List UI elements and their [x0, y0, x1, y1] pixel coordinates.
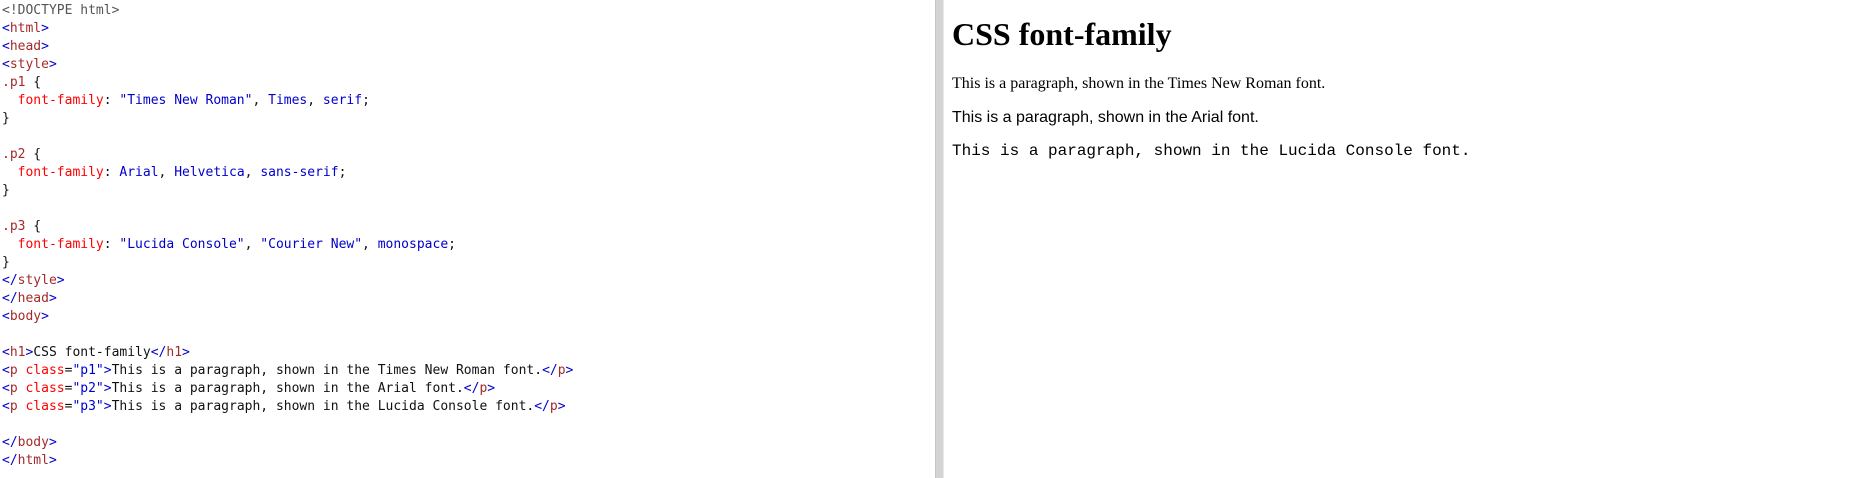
code-line-p1: <p class="p1">This is a paragraph, shown… — [2, 363, 574, 378]
tryit-workspace: <!DOCTYPE html> <html> <head> <style> .p… — [0, 0, 1867, 478]
pane-divider[interactable] — [935, 0, 944, 478]
attr-class-value: "p1" — [72, 363, 104, 378]
code-line-html-open: <html> — [2, 21, 49, 36]
code-line-p2-selector: .p2 { — [2, 147, 42, 162]
tag-html: html — [9, 21, 42, 36]
attr-class: class — [25, 399, 65, 414]
tag-p-close: p — [557, 363, 566, 378]
result-paragraph-times: This is a paragraph, shown in the Times … — [952, 75, 1326, 92]
code-line-html-close: </html> — [2, 453, 57, 468]
code-line-body-close: </body> — [2, 435, 57, 450]
code-line-p3: <p class="p3">This is a paragraph, shown… — [2, 399, 566, 414]
css-selector-p1: .p1 — [2, 75, 26, 90]
css-selector-p3: .p3 — [2, 219, 26, 234]
p3-source-text: This is a paragraph, shown in the Lucida… — [111, 399, 535, 414]
code-line-h1: <h1>CSS font-family</h1> — [2, 345, 190, 360]
attr-class: class — [25, 381, 65, 396]
css-value: Arial — [119, 165, 159, 180]
tag-body-close: body — [17, 435, 49, 450]
code-line-p1-rule: font-family: "Times New Roman", Times, s… — [17, 93, 370, 108]
css-value: "Courier New" — [260, 237, 363, 252]
tag-style: style — [9, 57, 49, 72]
code-line-p3-selector: .p3 { — [2, 219, 42, 234]
result-paragraph-lucida: This is a paragraph, shown in the Lucida… — [952, 142, 1471, 160]
tag-h1-close: h1 — [166, 345, 183, 360]
code-line-body-open: <body> — [2, 309, 49, 324]
tag-p-close: p — [549, 399, 558, 414]
css-value: serif — [322, 93, 363, 108]
tag-h1: h1 — [9, 345, 26, 360]
tag-p: p — [9, 399, 18, 414]
p2-source-text: This is a paragraph, shown in the Arial … — [111, 381, 464, 396]
code-line-p3-rule: font-family: "Lucida Console", "Courier … — [17, 237, 456, 252]
css-value: monospace — [377, 237, 449, 252]
tag-html-close: html — [17, 453, 49, 468]
code-line-head-open: <head> — [2, 39, 49, 54]
code-line-p1-close: } — [2, 111, 10, 126]
code-line-style-close: </style> — [2, 273, 65, 288]
code-line-p1-selector: .p1 { — [2, 75, 42, 90]
p1-source-text: This is a paragraph, shown in the Times … — [111, 363, 543, 378]
tag-head-close: head — [17, 291, 49, 306]
code-line-style-open: <style> — [2, 57, 57, 72]
attr-class-value: "p3" — [72, 399, 104, 414]
css-property: font-family — [17, 93, 104, 108]
result-heading: CSS font-family — [952, 16, 1172, 52]
code-line-p3-close: } — [2, 255, 10, 270]
doctype-text: <!DOCTYPE html> — [2, 3, 120, 18]
code-line-head-close: </head> — [2, 291, 57, 306]
css-value: "Times New Roman" — [119, 93, 253, 108]
result-preview: CSS font-family This is a paragraph, sho… — [944, 0, 1867, 478]
code-line-p2-close: } — [2, 183, 10, 198]
code-line-doctype: <!DOCTYPE html> — [2, 2, 935, 20]
code-line-p2: <p class="p2">This is a paragraph, shown… — [2, 381, 496, 396]
code-editor[interactable]: <!DOCTYPE html> <html> <head> <style> .p… — [0, 0, 935, 478]
tag-p: p — [9, 363, 18, 378]
css-value: Times — [268, 93, 308, 108]
tag-p: p — [9, 381, 18, 396]
css-value: Helvetica — [174, 165, 245, 180]
tag-head: head — [9, 39, 42, 54]
css-value: sans-serif — [260, 165, 339, 180]
result-paragraph-arial: This is a paragraph, shown in the Arial … — [952, 109, 1259, 126]
css-value: "Lucida Console" — [119, 237, 245, 252]
css-selector-p2: .p2 — [2, 147, 26, 162]
attr-class-value: "p2" — [72, 381, 104, 396]
code-line-p2-rule: font-family: Arial, Helvetica, sans-seri… — [17, 165, 347, 180]
css-property: font-family — [17, 237, 104, 252]
css-property: font-family — [17, 165, 104, 180]
tag-style-close: style — [17, 273, 57, 288]
h1-source-text: CSS font-family — [33, 345, 151, 360]
tag-body: body — [9, 309, 42, 324]
attr-class: class — [25, 363, 65, 378]
